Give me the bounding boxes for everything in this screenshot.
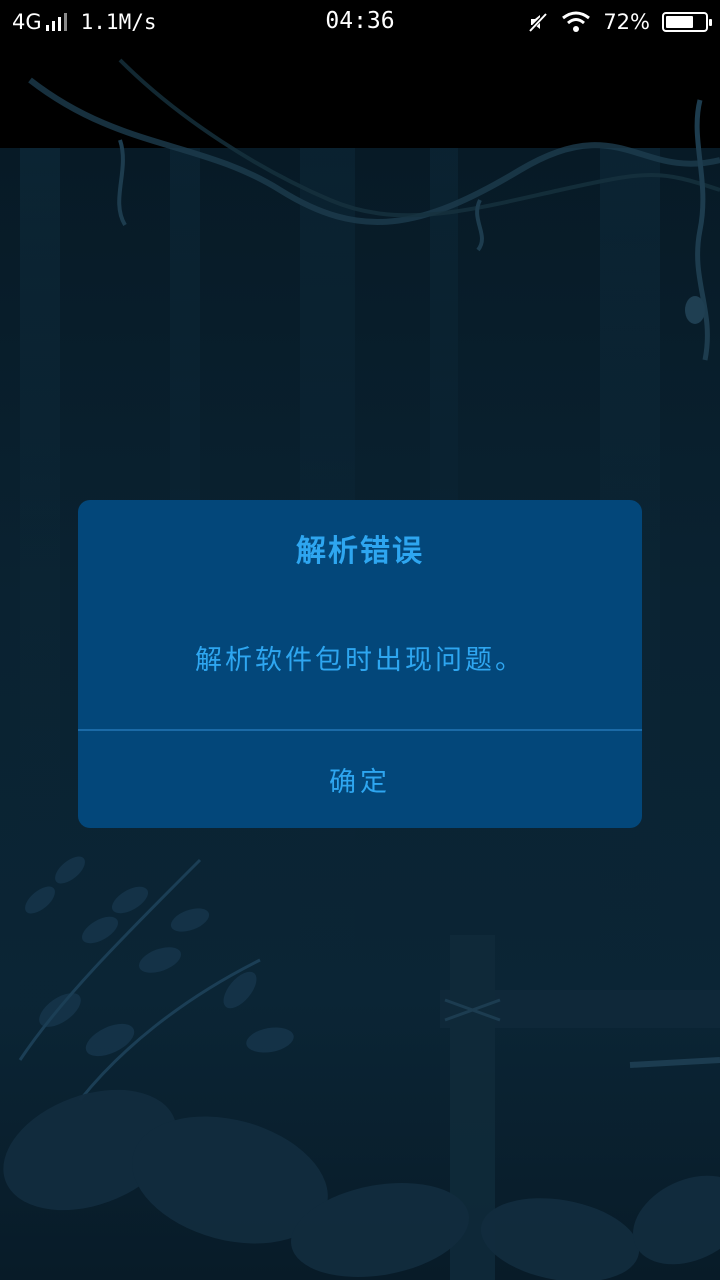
mute-icon [527,11,549,33]
battery-fill [666,16,693,28]
error-dialog: 解析错误 解析软件包时出现问题。 确定 [78,500,642,828]
screen: 4G 1.1M/s 04:36 72% 解析错误 解析软件包时出现问题。 确定 [0,0,720,1280]
ok-button[interactable]: 确定 [78,731,642,828]
battery-nub [709,19,712,26]
dialog-message: 解析软件包时出现问题。 [195,645,525,676]
battery-percent: 72% [603,10,650,34]
status-bar: 4G 1.1M/s 04:36 72% [0,0,720,48]
wifi-icon [562,11,591,32]
status-right: 72% [527,10,712,34]
battery-icon [662,12,712,32]
dialog-title: 解析错误 [296,534,424,569]
